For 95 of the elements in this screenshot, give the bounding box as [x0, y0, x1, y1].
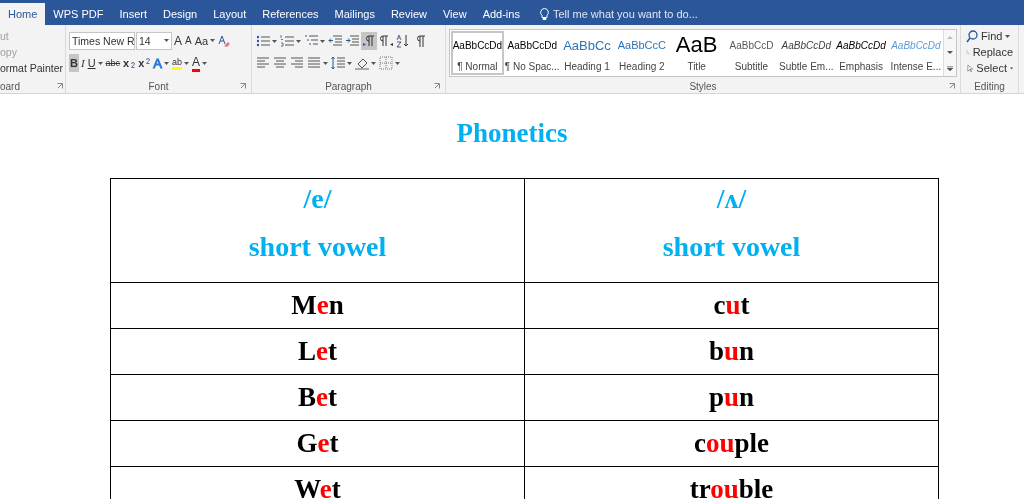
group-label: Paragraph [325, 80, 372, 92]
column-caption: short vowel [661, 231, 802, 263]
align-right-icon [290, 56, 304, 70]
ribbon-tab[interactable]: References [254, 3, 327, 25]
phonetic-symbol: /e/ [302, 183, 333, 216]
dialog-launcher-icon [949, 83, 955, 89]
caret-icon [97, 61, 103, 65]
dialog-launcher-icon [434, 83, 440, 89]
document-title: Phonetics [455, 118, 569, 149]
group-label: Styles [689, 80, 717, 92]
eraser-icon [218, 34, 231, 47]
line-spacing-button[interactable] [330, 54, 353, 72]
style-gallery-item[interactable]: AaBbCcDd ¶ Normal [450, 30, 505, 76]
ribbon-tab[interactable]: Design [155, 3, 206, 25]
more-styles-icon [947, 65, 954, 71]
decrease-indent-icon [328, 34, 342, 48]
caret-icon [210, 39, 216, 42]
caret-icon [296, 39, 301, 43]
caret-icon [323, 61, 328, 65]
caret-icon [1005, 34, 1011, 38]
dialog-launcher-icon [240, 83, 246, 89]
search-icon [966, 29, 978, 43]
shrink-font-button[interactable]: A [184, 31, 193, 50]
example-word: Let [298, 336, 337, 366]
numbered-list-button[interactable] [279, 32, 302, 50]
strikethrough-button[interactable]: abc [104, 54, 122, 72]
ribbon-tab[interactable]: View [434, 3, 475, 25]
example-word: couple [694, 428, 769, 458]
phonetic-symbol: /ʌ/ [715, 183, 748, 216]
grow-font-button[interactable]: A [173, 31, 183, 50]
bold-button[interactable]: B [69, 54, 79, 72]
ribbon-tab[interactable]: Insert [111, 3, 155, 25]
cursor-icon [966, 61, 974, 75]
example-word: cut [713, 290, 750, 320]
replace-button[interactable]: Replace [964, 44, 1015, 60]
caret-icon [184, 61, 190, 65]
group-label: Font [148, 80, 169, 92]
paint-bucket-icon [355, 56, 369, 70]
increase-indent-icon [345, 34, 359, 48]
align-center-icon [273, 56, 287, 70]
caret-icon [320, 39, 325, 43]
scroll-down-icon [947, 50, 954, 56]
ribbon-tab[interactable]: Home [0, 3, 46, 25]
line-spacing-icon [331, 56, 345, 70]
column-caption: short vowel [247, 231, 388, 263]
ribbon-tab[interactable]: Add-ins [474, 3, 528, 25]
bullet-list-icon [256, 34, 270, 48]
highlight-button[interactable]: ab [171, 54, 191, 72]
example-word: trouble [689, 474, 774, 499]
paragraph-rtl-icon [379, 34, 393, 48]
dialog-launcher-icon [57, 83, 63, 89]
caret-icon [202, 61, 208, 65]
example-word: bun [708, 336, 755, 366]
caret-icon [272, 39, 277, 43]
ribbon-tab[interactable]: Layout [205, 3, 255, 25]
underline-button[interactable]: U [86, 54, 104, 72]
caret-icon [395, 61, 400, 65]
borders-icon [379, 56, 393, 70]
caret-icon [164, 39, 169, 42]
group-label: Editing [974, 80, 1005, 92]
change-case-button[interactable]: Aa [193, 31, 217, 50]
lightbulb-icon [539, 8, 549, 20]
sort-button[interactable] [395, 32, 411, 50]
font-name-field[interactable]: Times New R [69, 31, 135, 50]
caret-icon [1009, 66, 1013, 70]
justify-icon [307, 56, 321, 70]
caret-icon [164, 61, 169, 65]
numbered-list-icon [280, 34, 294, 48]
align-left-icon [256, 56, 270, 70]
find-button[interactable]: Find [964, 28, 1015, 44]
multilevel-list-icon [304, 34, 318, 48]
ribbon-tab[interactable]: Review [382, 3, 435, 25]
sort-icon [396, 34, 410, 48]
example-word: Men [291, 290, 344, 320]
subscript-button[interactable]: x [122, 54, 137, 72]
group-label: oard [0, 80, 20, 92]
font-color-button[interactable]: A [191, 53, 209, 73]
example-word: Wet [294, 474, 341, 499]
paragraph-ltr-button[interactable] [361, 32, 377, 50]
example-word: Bet [298, 382, 337, 412]
clipboard-button[interactable]: ormat Painter [0, 61, 64, 75]
scroll-up-icon [947, 35, 954, 41]
tell-me-field[interactable]: Tell me what you want to do... [533, 3, 704, 25]
caret-icon [371, 61, 376, 65]
example-word: Get [296, 428, 339, 458]
select-button[interactable]: Select [964, 60, 1015, 76]
caret-icon [347, 61, 352, 65]
ribbon-tab[interactable]: WPS PDF [45, 3, 112, 25]
text-effects-button[interactable]: A [152, 54, 170, 72]
example-word: pun [708, 382, 755, 412]
font-size-field[interactable]: 14 [136, 31, 172, 50]
italic-button[interactable]: I [79, 54, 86, 72]
ribbon-tab[interactable]: Mailings [326, 3, 383, 25]
superscript-button[interactable]: x [137, 54, 152, 72]
paragraph-ltr-icon [362, 34, 376, 48]
